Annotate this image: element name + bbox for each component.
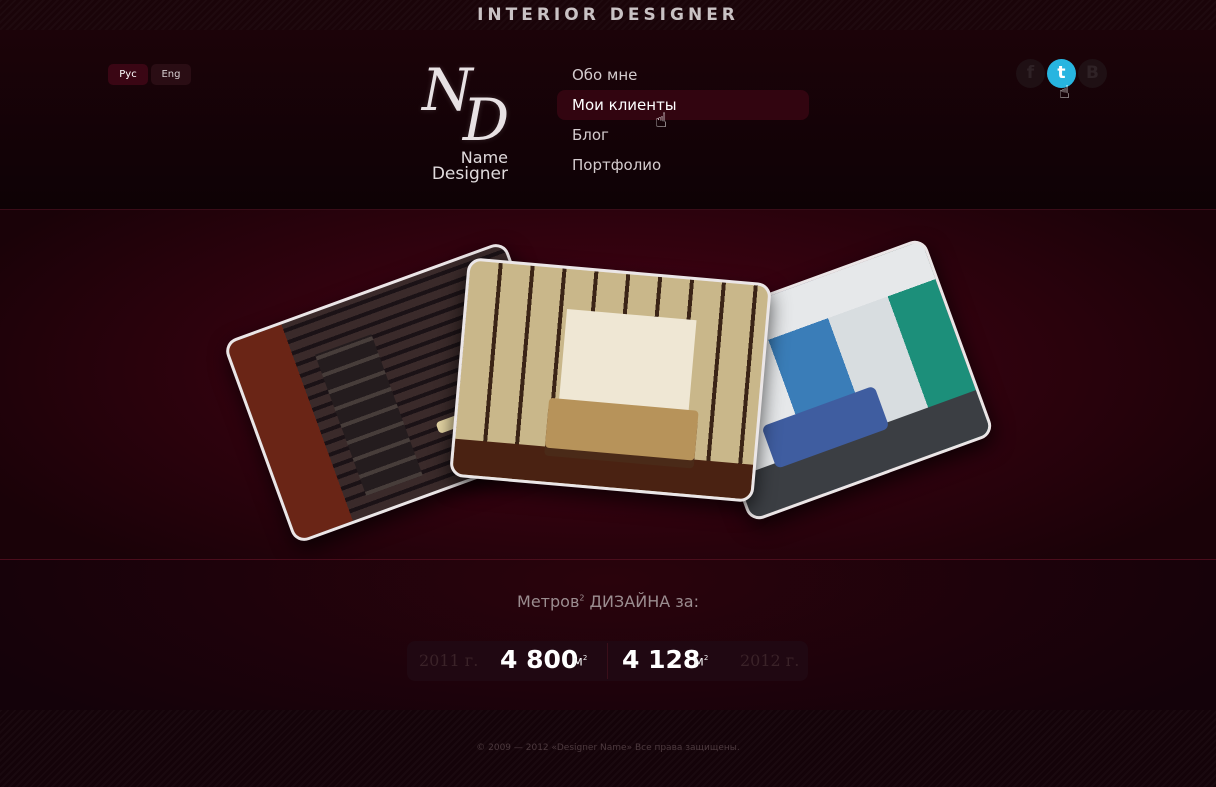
- nav-item-blog[interactable]: Блог: [557, 120, 809, 150]
- header: Рус Eng ND Name Designer Обо мне Мои кли…: [0, 30, 1216, 210]
- stats-unit: м2: [573, 654, 588, 670]
- top-bar: INTERIOR DESIGNER: [0, 0, 1216, 30]
- stats-section: Метров2 ДИЗАЙНА за: 2011 г. 4 800 м2 4 1…: [0, 560, 1216, 710]
- stats-box: 2011 г. 4 800 м2 4 128 м2 2012 г.: [407, 641, 808, 681]
- stats-unit: м2: [694, 654, 709, 670]
- hero-gallery: [0, 210, 1216, 560]
- lang-en-button[interactable]: Eng: [151, 64, 191, 85]
- interior-photo-japanese-bedroom[interactable]: [448, 257, 773, 503]
- footer: © 2009 — 2012 «Designer Name» Все права …: [0, 710, 1216, 787]
- nav-item-clients[interactable]: Мои клиенты: [557, 90, 809, 120]
- nav-item-portfolio[interactable]: Портфолио: [557, 150, 809, 180]
- divider: [607, 643, 608, 679]
- bookshelf: [314, 334, 423, 496]
- logo[interactable]: ND Name Designer: [418, 56, 518, 186]
- logo-monogram: ND: [422, 56, 509, 154]
- stats-title: Метров2 ДИЗАЙНА за:: [517, 592, 699, 611]
- language-switcher: Рус Eng: [108, 64, 191, 85]
- stats-value-2011: 4 800: [500, 645, 579, 674]
- stats-year-2011: 2011 г.: [419, 651, 479, 670]
- main-nav: Обо мне Мои клиенты Блог Портфолио: [557, 60, 809, 180]
- stats-year-2012: 2012 г.: [740, 651, 800, 670]
- lang-ru-button[interactable]: Рус: [108, 64, 148, 85]
- stats-value-2012: 4 128: [622, 645, 701, 674]
- site-title: INTERIOR DESIGNER: [477, 5, 739, 25]
- facebook-icon[interactable]: f: [1016, 59, 1045, 88]
- vkontakte-icon[interactable]: В: [1078, 59, 1107, 88]
- hand-cursor-icon: ☝: [1059, 82, 1070, 103]
- hand-cursor-icon: ☝: [655, 108, 668, 132]
- logo-name-line2: Designer: [431, 164, 508, 184]
- nav-item-about[interactable]: Обо мне: [557, 60, 809, 90]
- copyright-text: © 2009 — 2012 «Designer Name» Все права …: [476, 743, 740, 753]
